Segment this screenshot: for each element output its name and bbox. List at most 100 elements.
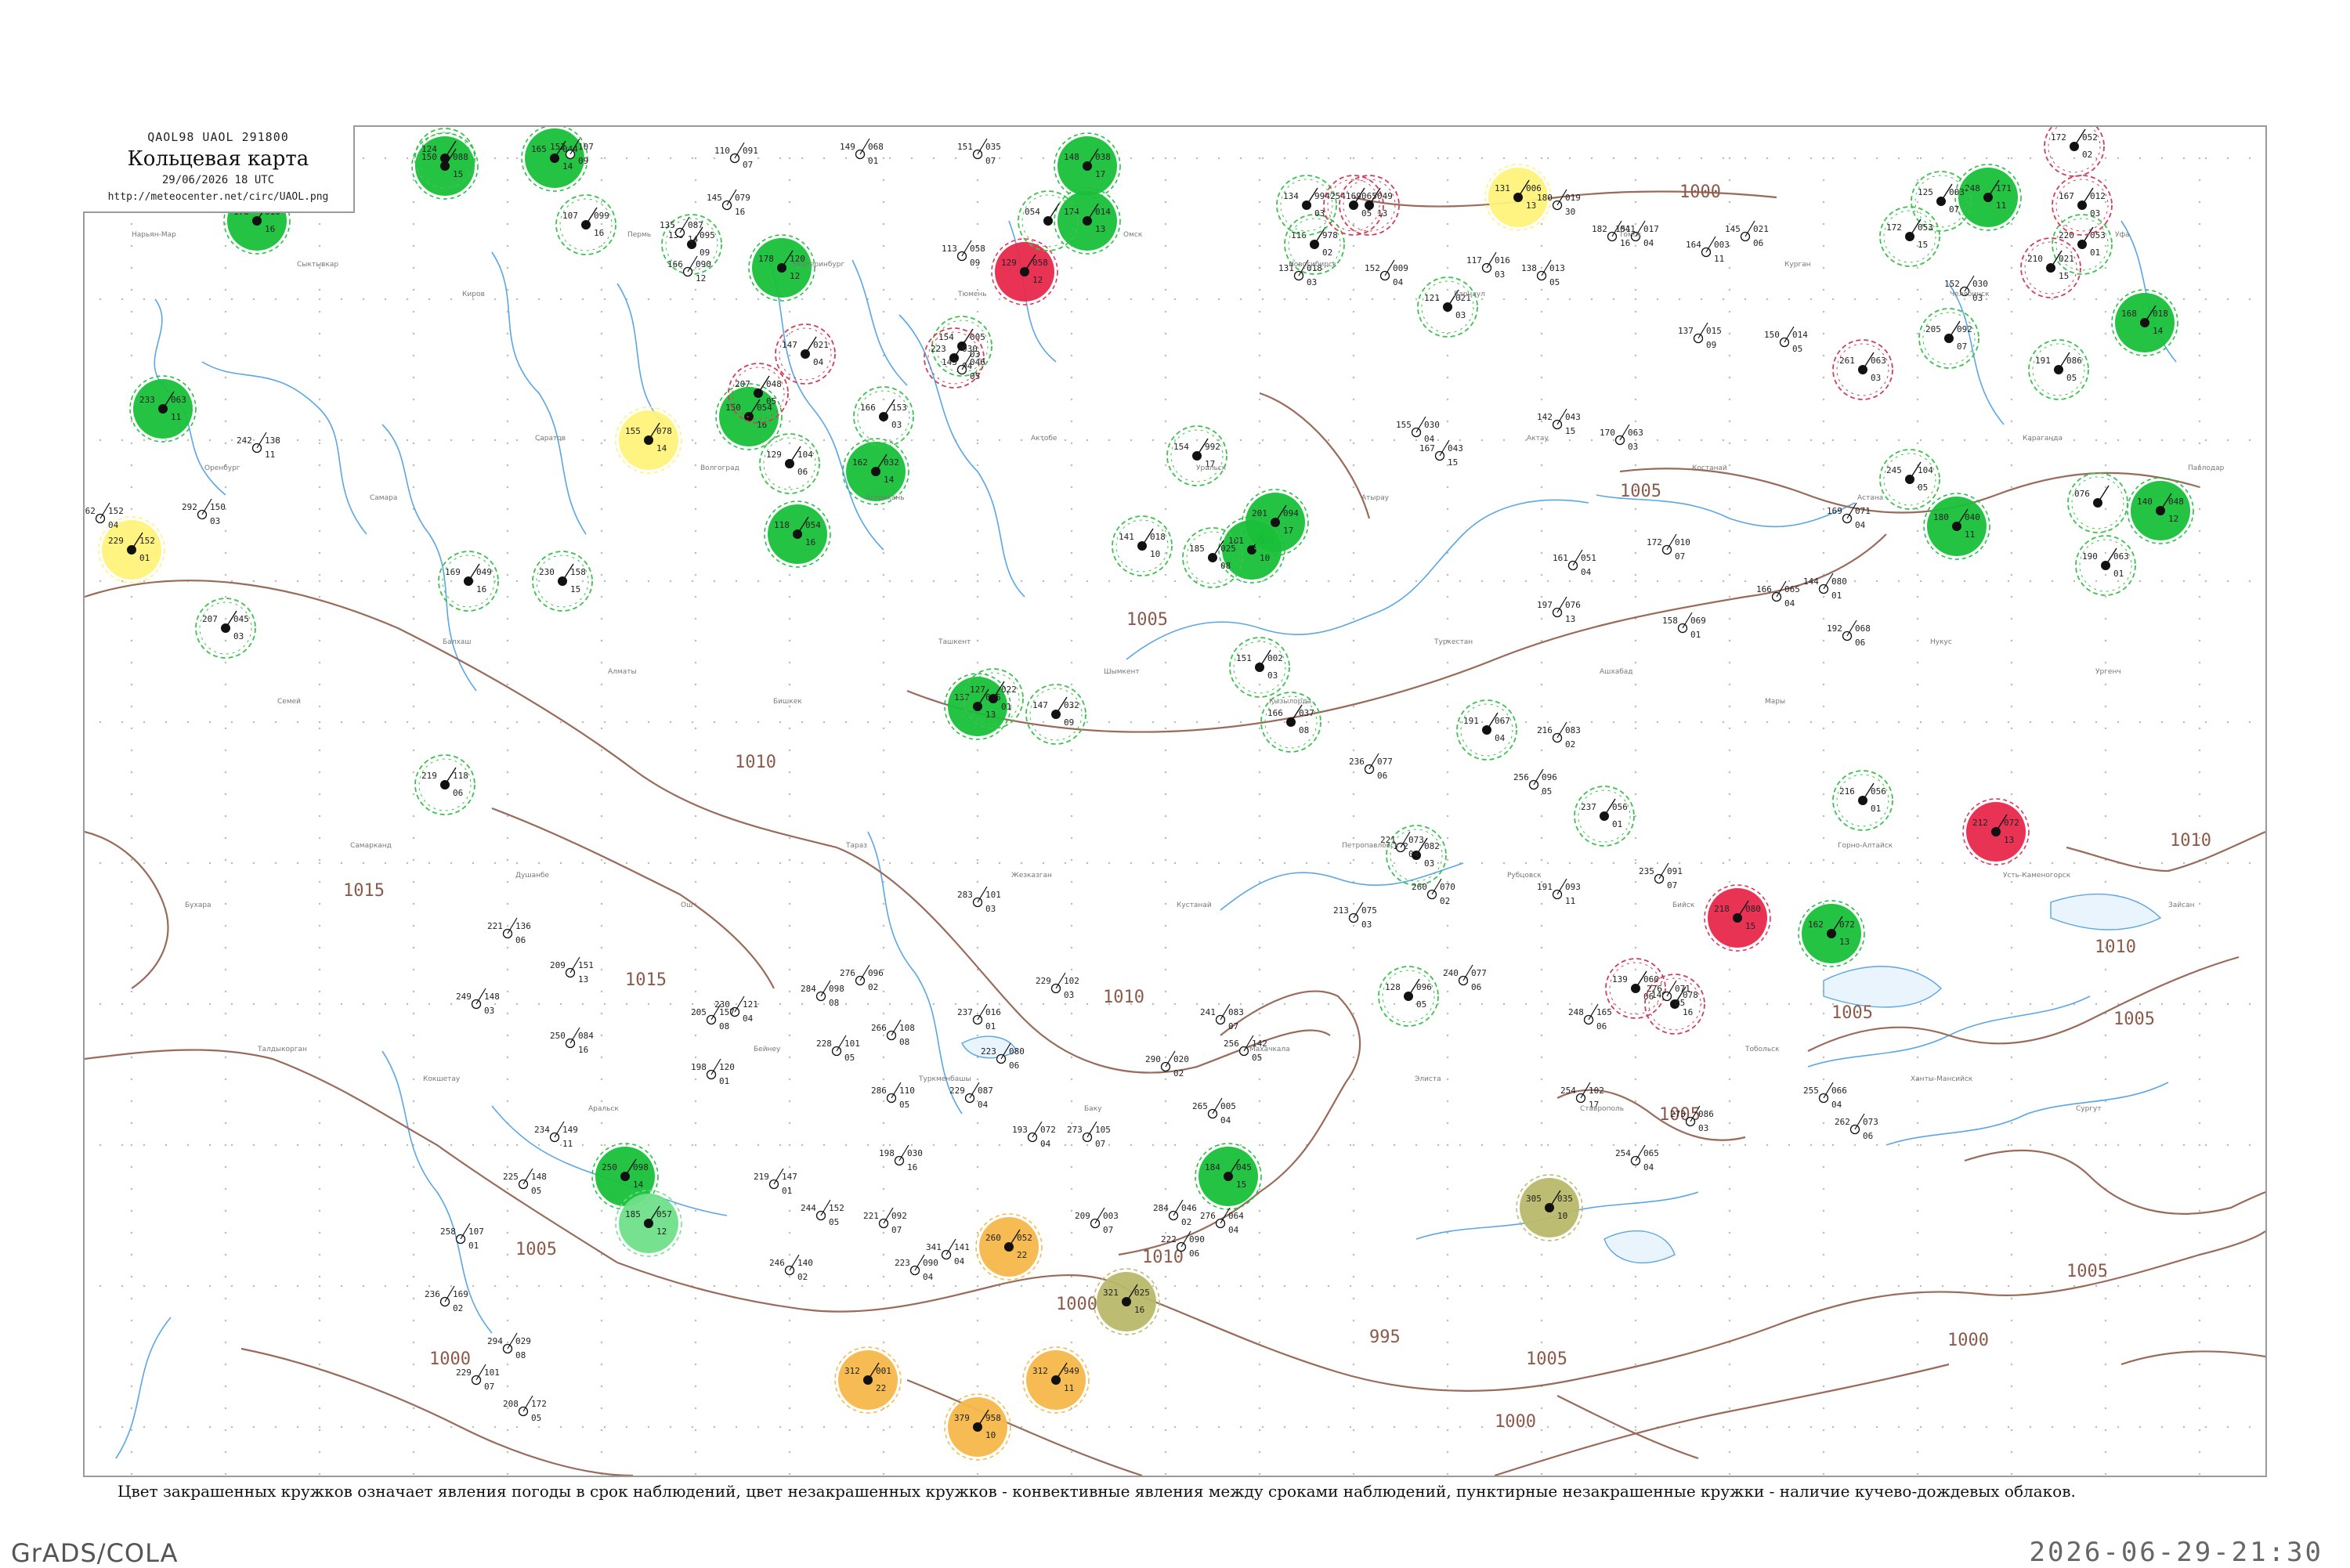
station-temp: 290 — [1145, 1054, 1161, 1064]
station-pressure: 016 — [985, 1007, 1001, 1017]
station-temp: 283 — [957, 890, 973, 900]
station-pressure: 073 — [1408, 835, 1424, 845]
station-pressure: 072 — [2004, 818, 2019, 828]
weather-station: 229 087 04 — [949, 1082, 993, 1110]
station-pressure: 051 — [1581, 553, 1596, 563]
station-tendency: 07 — [1949, 204, 1959, 215]
station-pressure: 069 — [1690, 616, 1706, 626]
station-temp: 256 — [1224, 1039, 1239, 1049]
station-temp: 197 — [1537, 600, 1553, 610]
station-pressure: 077 — [1377, 757, 1393, 767]
weather-station: 249 148 03 — [456, 988, 500, 1016]
station-tendency: 06 — [1863, 1131, 1873, 1141]
station-tendency: 03 — [1628, 442, 1638, 452]
station-pressure: 043 — [1565, 412, 1581, 422]
source-url[interactable]: http://meteocenter.net/circ/UAOL.png — [83, 191, 353, 203]
station-temp: 237 — [1581, 802, 1596, 812]
station-tendency: 01 — [139, 553, 150, 563]
station-pressure: 083 — [1228, 1007, 1244, 1017]
station-tendency: 16 — [907, 1162, 917, 1172]
station-tendency: 06 — [1189, 1248, 1199, 1259]
station-tendency: 14 — [2153, 326, 2164, 336]
station-temp: 216 — [1839, 786, 1855, 797]
station-tendency: 04 — [813, 357, 824, 367]
station-tendency: 14 — [884, 475, 895, 485]
station-pressure: 045 — [1236, 1162, 1252, 1172]
station-temp: 167 — [2059, 191, 2074, 201]
station-temp: 242 — [237, 435, 252, 446]
station-pressure: 053 — [2090, 230, 2106, 240]
station-temp: 213 — [1333, 905, 1349, 916]
weather-station: 294 029 08 — [487, 1332, 531, 1360]
station-pressure: 151 — [578, 960, 594, 970]
weather-station-cb-dashed: 147 032 09 — [1025, 684, 1086, 745]
station-temp: 166 — [860, 403, 876, 413]
station-pressure: 086 — [2066, 356, 2082, 366]
station-tendency: 07 — [891, 1225, 902, 1235]
station-tendency: 06 — [515, 935, 526, 945]
weather-station-filled: 185 057 12 — [615, 1190, 682, 1257]
station-tendency: 07 — [1957, 341, 1967, 352]
station-pressure: 035 — [1557, 1194, 1573, 1204]
station-tendency: 01 — [1871, 804, 1881, 814]
station-pressure: 101 — [484, 1367, 500, 1378]
station-pressure: 052 — [2082, 132, 2098, 143]
station-pressure: 066 — [1831, 1086, 1847, 1096]
weather-station-cb-dashed: 121 02103 — [1417, 276, 1478, 338]
station-tendency: 05 — [1361, 208, 1372, 219]
station-pressure: 118 — [453, 771, 468, 781]
station-tendency: 14 — [562, 161, 573, 172]
weather-station-filled: 150 08815 — [411, 132, 479, 200]
station-pressure: 077 — [1471, 968, 1487, 978]
station-tendency: 16 — [476, 584, 486, 594]
weather-station-cb-dashed: 167 012 03 — [2052, 175, 2113, 236]
weather-station: 145 079 16 — [707, 189, 750, 217]
station-temp: 260 — [985, 1233, 1001, 1243]
station-name: Шымкент — [1104, 668, 1140, 676]
station-pressure: 148 — [484, 992, 500, 1002]
station-tendency: 10 — [985, 1430, 996, 1440]
weather-station: 155 03004 — [1396, 416, 1440, 444]
weather-station: 235 091 07 — [1639, 862, 1683, 891]
station-name: Атырау — [1361, 494, 1390, 502]
weather-station: 137 015 09 — [1678, 322, 1722, 350]
station-pressure: 071 — [1855, 506, 1871, 516]
station-pressure: 058 — [970, 244, 985, 254]
station-temp: 147 — [1032, 700, 1048, 710]
station-pressure: 057 — [656, 1209, 672, 1219]
weather-station: 250 084 16 — [550, 1027, 594, 1055]
station-name: Тараз — [845, 842, 867, 850]
station-pressure: 090 — [696, 259, 711, 269]
weather-station: 145 021 06 — [1725, 220, 1769, 248]
station-tendency: 07 — [985, 156, 996, 166]
station-temp: 234 — [534, 1125, 550, 1135]
station-pressure: 003 — [1714, 240, 1730, 250]
station-name: Туркестан — [1434, 638, 1473, 646]
station-name: Элиста — [1415, 1075, 1441, 1083]
station-pressure: 092 — [1957, 324, 1972, 334]
station-tendency: 15 — [570, 584, 580, 594]
station-tendency: 04 — [954, 1256, 965, 1266]
weather-station: 151 035 07 — [957, 138, 1001, 166]
station-temp: 262 — [85, 506, 96, 516]
station-name: Талдыкорган — [257, 1046, 307, 1053]
station-temp: 185 — [625, 1209, 641, 1219]
isobar-label: 1015 — [625, 970, 667, 990]
station-temp: 191 — [2035, 356, 2051, 366]
station-pressure: 138 — [265, 435, 280, 446]
station-tendency: 11 — [1565, 896, 1575, 906]
station-pressure: 090 — [1189, 1234, 1205, 1245]
station-pressure: 014 — [1792, 330, 1808, 340]
station-temp: 193 — [1012, 1125, 1028, 1135]
station-temp: 180 — [1933, 512, 1949, 522]
weather-station-cb-dashed: 128 096 05 — [1378, 966, 1439, 1027]
station-temp: 229 — [456, 1367, 472, 1378]
station-tendency: 09 — [700, 247, 710, 258]
station-temp: 168 — [2121, 309, 2137, 319]
station-temp: 138 — [1521, 263, 1537, 273]
station-pressure: 104 — [797, 450, 813, 460]
station-pressure: 078 — [656, 426, 672, 436]
weather-station: 236 077 06 — [1349, 753, 1393, 781]
weather-station: 262 152 04 — [85, 502, 124, 530]
station-temp: 248 — [1568, 1007, 1584, 1017]
